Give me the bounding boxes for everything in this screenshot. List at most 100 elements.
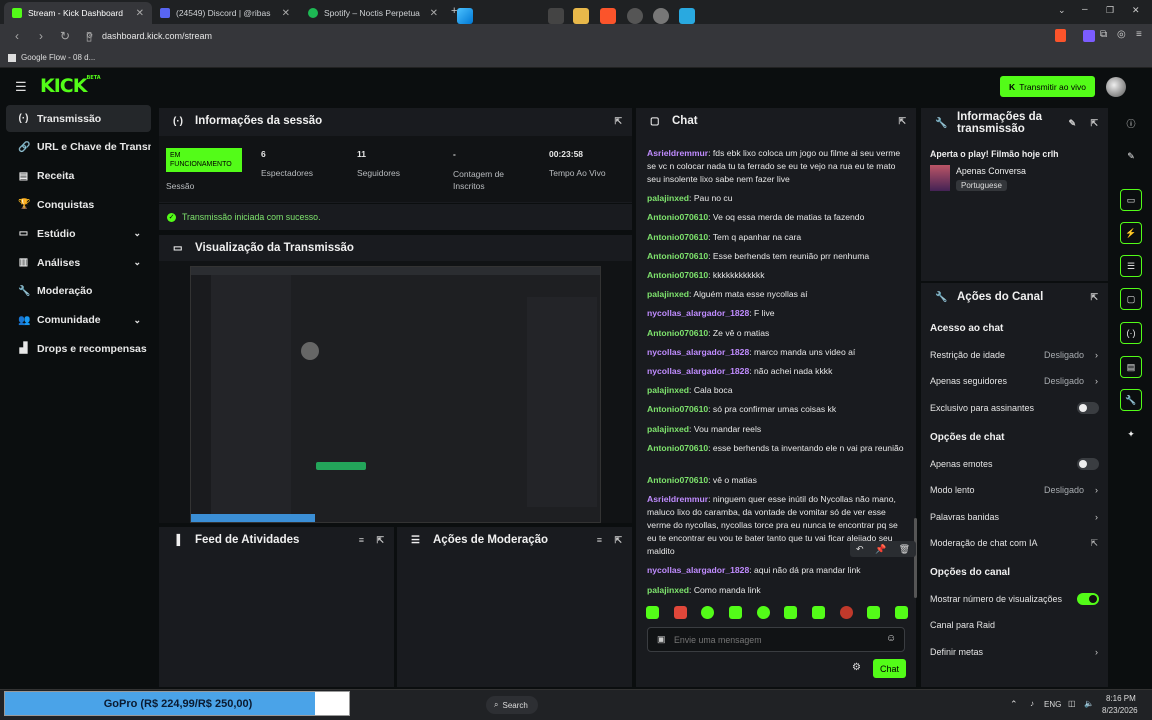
reply-icon[interactable]: ↶ — [856, 544, 864, 555]
emote-icon[interactable] — [646, 606, 659, 619]
toggle-switch[interactable] — [1077, 458, 1099, 470]
network-icon[interactable]: ◫ — [1068, 699, 1076, 708]
kick-logo[interactable]: KICKBETA — [40, 75, 101, 97]
send-chat-button[interactable]: Chat — [873, 659, 906, 678]
channel-action-row[interactable]: Moderação de chat com IA ⇱ — [930, 536, 1100, 550]
channel-action-row[interactable]: Palavras banidas › — [930, 510, 1100, 524]
chat-message[interactable]: nycollas_alargador_1828: não achei nada … — [647, 365, 905, 378]
info-icon[interactable]: ⓘ — [1120, 112, 1142, 134]
popout-icon[interactable]: ⇱ — [898, 116, 906, 127]
extension-icon[interactable] — [1083, 30, 1095, 42]
chat-username[interactable]: palajinxed — [647, 385, 689, 395]
go-live-button[interactable]: K Transmitir ao vivo — [1000, 76, 1095, 97]
chat-settings-gear-icon[interactable]: ⚙ — [852, 662, 861, 673]
reload-icon[interactable]: ↻ — [58, 29, 72, 43]
chat-username[interactable]: nycollas_alargador_1828 — [647, 347, 749, 357]
chat-message[interactable]: nycollas_alargador_1828: F live — [647, 307, 905, 320]
chat-message[interactable]: palajinxed: Alguém mata esse nycollas aí — [647, 288, 905, 301]
emote-icon[interactable] — [756, 606, 770, 619]
sidebar-item-5[interactable]: ▥ Análises ⌄ — [6, 249, 151, 276]
avatar[interactable] — [1106, 77, 1126, 97]
task-view-icon[interactable] — [548, 8, 564, 24]
sidebar-item-3[interactable]: 🏆 Conquistas — [6, 191, 151, 218]
chat-message[interactable]: Antonio070610: Esse berhends tem reunião… — [647, 250, 905, 263]
toggle-switch[interactable] — [1077, 593, 1099, 605]
tray-icon[interactable]: ♪ — [1030, 699, 1034, 708]
emote-icon[interactable] — [673, 606, 687, 619]
menu-icon[interactable]: ≡ — [1136, 29, 1142, 40]
windows-start-icon[interactable] — [457, 8, 473, 24]
emote-icon[interactable] — [701, 606, 715, 619]
chat-message[interactable]: palajinxed: Pau no cu — [647, 192, 905, 205]
trash-icon[interactable]: 🗑 — [899, 544, 910, 555]
chat-message[interactable]: Antonio070610: só pra confirmar umas coi… — [647, 403, 905, 416]
chat-message[interactable]: Antonio070610: Tem q apanhar na cara — [647, 231, 905, 244]
session-panel-toggle-icon[interactable]: ▭ — [1120, 189, 1142, 211]
emote-icon[interactable] — [811, 606, 825, 619]
taskbar-search[interactable]: ⌕ Search — [486, 696, 538, 714]
chat-username[interactable]: nycollas_alargador_1828 — [647, 308, 749, 318]
extensions-puzzle-icon[interactable]: ⧉ — [1100, 29, 1107, 40]
file-explorer-icon[interactable] — [573, 8, 589, 24]
channel-action-row[interactable]: Canal para Raid — [930, 618, 1100, 632]
chat-username[interactable]: Antonio070610 — [647, 404, 708, 414]
back-icon[interactable]: ‹ — [10, 29, 24, 43]
brave-shield-icon[interactable] — [1055, 29, 1066, 42]
bookmark-item[interactable]: Google Flow - 08 d... — [21, 53, 95, 62]
emote-icon[interactable] — [784, 606, 798, 619]
clock-date[interactable]: 8/23/2026 — [1102, 706, 1138, 715]
tray-chevron-icon[interactable]: ⌃ — [1010, 699, 1018, 710]
channel-action-row[interactable]: Apenas emotes — [930, 457, 1100, 471]
filter-icon[interactable]: ≡ — [359, 535, 364, 545]
channel-action-row[interactable]: Apenas seguidores Desligado › — [930, 374, 1100, 388]
chat-username[interactable]: nycollas_alargador_1828 — [647, 565, 749, 575]
minimize-icon[interactable]: – — [1082, 4, 1088, 15]
chat-message[interactable]: palajinxed: Como manda link — [647, 584, 905, 597]
sidebar-item-1[interactable]: 🔗 URL e Chave de Transmissão — [6, 134, 151, 161]
app-f-icon[interactable] — [679, 8, 695, 24]
chat-username[interactable]: palajinxed — [647, 424, 689, 434]
forward-icon[interactable]: › — [34, 29, 48, 43]
chat-username[interactable]: Antonio070610 — [647, 475, 708, 485]
chat-message[interactable]: nycollas_alargador_1828: aqui não dá pra… — [647, 564, 905, 577]
pin-icon[interactable]: 📌 — [875, 544, 886, 555]
wrench-panel-icon[interactable]: 🔧 — [1120, 389, 1142, 411]
popout-icon[interactable]: ⇱ — [1090, 118, 1098, 129]
edit-pencil-icon[interactable]: ✎ — [1068, 118, 1076, 129]
language-indicator[interactable]: ENG — [1044, 700, 1061, 709]
site-info-icon[interactable]: ⚙ — [86, 31, 93, 40]
brave-browser-icon[interactable] — [600, 8, 616, 24]
channel-action-row[interactable]: Definir metas › — [930, 645, 1100, 659]
toggle-switch[interactable] — [1077, 402, 1099, 414]
channel-action-row[interactable]: Exclusivo para assinantes — [930, 401, 1100, 415]
clock-time[interactable]: 8:16 PM — [1106, 694, 1136, 703]
emoji-icon[interactable]: ☺ — [886, 633, 896, 644]
sidebar-item-2[interactable]: ▤ Receita — [6, 163, 151, 190]
app-icon[interactable] — [627, 8, 643, 24]
settings-icon[interactable] — [653, 8, 669, 24]
stream-preview-video[interactable] — [190, 266, 601, 523]
chat-input[interactable] — [674, 633, 874, 647]
popout-icon[interactable]: ⇱ — [376, 535, 384, 546]
filter-icon[interactable]: ≡ — [597, 535, 602, 545]
maximize-icon[interactable]: ❐ — [1106, 5, 1114, 16]
hamburger-menu-icon[interactable]: ☰ — [15, 79, 27, 95]
chat-message[interactable]: Antonio070610: vê o matias — [647, 474, 905, 487]
chat-input-box[interactable]: ▣ ☺ — [647, 627, 905, 652]
vpn-icon[interactable]: ◎ — [1117, 29, 1126, 40]
chat-message[interactable]: Antonio070610: kkkkkkkkkkkk — [647, 269, 905, 282]
chat-message[interactable]: Antonio070610: Ve oq essa merda de matia… — [647, 211, 905, 224]
chat-message[interactable]: palajinxed: Vou mandar reels — [647, 423, 905, 436]
chat-username[interactable]: Asrieldremmur — [647, 494, 708, 504]
chat-scrollbar[interactable] — [914, 518, 917, 598]
chat-username[interactable]: Antonio070610 — [647, 270, 708, 280]
chat-username[interactable]: Antonio070610 — [647, 328, 708, 338]
chat-username[interactable]: Asrieldremmur — [647, 148, 708, 158]
close-tab-icon[interactable]: ✕ — [136, 8, 144, 19]
chat-panel-icon[interactable]: ▢ — [1120, 288, 1142, 310]
popout-icon[interactable]: ⇱ — [614, 116, 622, 127]
chat-username[interactable]: Antonio070610 — [647, 232, 708, 242]
sidebar-item-6[interactable]: 🔧 Moderação — [6, 278, 151, 305]
chat-message[interactable]: palajinxed: Cala boca — [647, 384, 905, 397]
chat-message[interactable]: Antonio070610: Ze vê o matias — [647, 327, 905, 340]
